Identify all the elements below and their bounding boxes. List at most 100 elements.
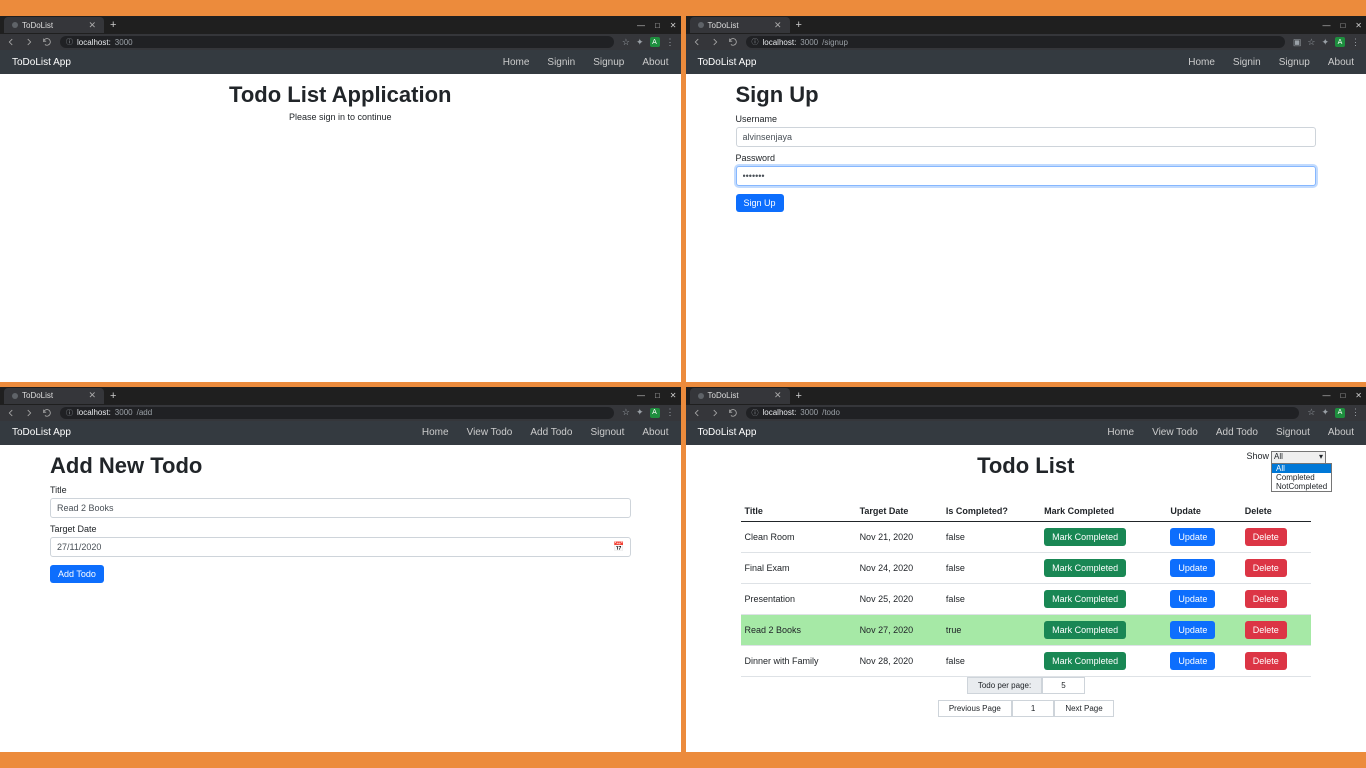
star-icon[interactable]: ☆ <box>622 407 630 418</box>
nav-about[interactable]: About <box>642 57 668 68</box>
reload-icon[interactable] <box>728 408 738 418</box>
update-button[interactable]: Update <box>1170 652 1215 670</box>
reload-icon[interactable] <box>728 37 738 47</box>
new-tab-button[interactable]: + <box>104 390 122 402</box>
star-icon[interactable]: ☆ <box>622 37 630 48</box>
forward-icon[interactable] <box>710 37 720 47</box>
delete-button[interactable]: Delete <box>1245 528 1287 546</box>
close-button[interactable]: ✕ <box>1355 21 1362 30</box>
username-input[interactable] <box>736 127 1317 147</box>
per-page-value[interactable]: 5 <box>1042 677 1084 694</box>
browser-tab[interactable]: ToDoList✕ <box>4 388 104 404</box>
brand[interactable]: ToDoList App <box>12 57 71 68</box>
delete-button[interactable]: Delete <box>1245 652 1287 670</box>
mark-completed-button[interactable]: Mark Completed <box>1044 621 1126 639</box>
back-icon[interactable] <box>692 408 702 418</box>
minimize-button[interactable]: — <box>637 21 645 30</box>
nav-about[interactable]: About <box>1328 57 1354 68</box>
delete-button[interactable]: Delete <box>1245 559 1287 577</box>
nav-signout[interactable]: Signout <box>1276 427 1310 438</box>
maximize-button[interactable]: □ <box>1340 391 1345 400</box>
delete-button[interactable]: Delete <box>1245 621 1287 639</box>
browser-tab[interactable]: ToDoList✕ <box>690 388 790 404</box>
show-option-all[interactable]: All <box>1272 464 1331 473</box>
profile-badge[interactable]: A <box>650 408 660 418</box>
nav-signin[interactable]: Signin <box>547 57 575 68</box>
new-tab-button[interactable]: + <box>790 19 808 31</box>
browser-tab[interactable]: ToDoList✕ <box>4 17 104 33</box>
nav-signup[interactable]: Signup <box>593 57 624 68</box>
brand[interactable]: ToDoList App <box>698 427 757 438</box>
minimize-button[interactable]: — <box>637 391 645 400</box>
brand[interactable]: ToDoList App <box>698 57 757 68</box>
nav-home[interactable]: Home <box>422 427 449 438</box>
reload-icon[interactable] <box>42 408 52 418</box>
nav-home[interactable]: Home <box>503 57 530 68</box>
nav-add-todo[interactable]: Add Todo <box>1216 427 1258 438</box>
delete-button[interactable]: Delete <box>1245 590 1287 608</box>
extensions-icon[interactable]: ✦ <box>636 407 644 418</box>
update-button[interactable]: Update <box>1170 621 1215 639</box>
update-button[interactable]: Update <box>1170 559 1215 577</box>
star-icon[interactable]: ☆ <box>1307 37 1315 48</box>
new-tab-button[interactable]: + <box>790 390 808 402</box>
nav-signup[interactable]: Signup <box>1279 57 1310 68</box>
mark-completed-button[interactable]: Mark Completed <box>1044 590 1126 608</box>
profile-badge[interactable]: A <box>1335 408 1345 418</box>
close-button[interactable]: ✕ <box>670 391 677 400</box>
extensions-icon[interactable]: ✦ <box>636 37 644 48</box>
menu-icon[interactable]: ⋮ <box>1351 37 1360 48</box>
gift-icon[interactable]: ▣ <box>1293 37 1302 48</box>
maximize-button[interactable]: □ <box>1340 21 1345 30</box>
date-input[interactable] <box>50 537 631 557</box>
show-option-completed[interactable]: Completed <box>1272 473 1331 482</box>
nav-signout[interactable]: Signout <box>590 427 624 438</box>
forward-icon[interactable] <box>24 408 34 418</box>
back-icon[interactable] <box>6 37 16 47</box>
minimize-button[interactable]: — <box>1322 391 1330 400</box>
nav-signin[interactable]: Signin <box>1233 57 1261 68</box>
nav-home[interactable]: Home <box>1188 57 1215 68</box>
menu-icon[interactable]: ⋮ <box>1351 407 1360 418</box>
calendar-icon[interactable]: 📅 <box>613 541 624 552</box>
close-tab-icon[interactable]: ✕ <box>88 20 96 31</box>
title-input[interactable] <box>50 498 631 518</box>
star-icon[interactable]: ☆ <box>1307 407 1315 418</box>
maximize-button[interactable]: □ <box>655 21 660 30</box>
add-todo-button[interactable]: Add Todo <box>50 565 104 583</box>
nav-add-todo[interactable]: Add Todo <box>530 427 572 438</box>
back-icon[interactable] <box>6 408 16 418</box>
menu-icon[interactable]: ⋮ <box>666 37 675 48</box>
nav-view-todo[interactable]: View Todo <box>467 427 513 438</box>
password-input[interactable] <box>736 166 1317 186</box>
new-tab-button[interactable]: + <box>104 19 122 31</box>
extensions-icon[interactable]: ✦ <box>1321 37 1329 48</box>
minimize-button[interactable]: — <box>1322 21 1330 30</box>
mark-completed-button[interactable]: Mark Completed <box>1044 652 1126 670</box>
back-icon[interactable] <box>692 37 702 47</box>
close-button[interactable]: ✕ <box>670 21 677 30</box>
url-field[interactable]: ⓘlocalhost:3000/todo <box>746 407 1300 419</box>
menu-icon[interactable]: ⋮ <box>666 407 675 418</box>
close-tab-icon[interactable]: ✕ <box>774 390 782 401</box>
nav-about[interactable]: About <box>642 427 668 438</box>
profile-badge[interactable]: A <box>650 37 660 47</box>
url-field[interactable]: ⓘlocalhost:3000 <box>60 36 614 48</box>
mark-completed-button[interactable]: Mark Completed <box>1044 528 1126 546</box>
show-option-notcompleted[interactable]: NotCompleted <box>1272 482 1331 491</box>
reload-icon[interactable] <box>42 37 52 47</box>
nav-home[interactable]: Home <box>1107 427 1134 438</box>
close-tab-icon[interactable]: ✕ <box>88 390 96 401</box>
profile-badge[interactable]: A <box>1335 37 1345 47</box>
brand[interactable]: ToDoList App <box>12 427 71 438</box>
prev-page-button[interactable]: Previous Page <box>938 700 1012 717</box>
url-field[interactable]: ⓘlocalhost:3000/signup <box>746 36 1285 48</box>
close-tab-icon[interactable]: ✕ <box>774 20 782 31</box>
update-button[interactable]: Update <box>1170 590 1215 608</box>
signup-button[interactable]: Sign Up <box>736 194 784 212</box>
extensions-icon[interactable]: ✦ <box>1321 407 1329 418</box>
next-page-button[interactable]: Next Page <box>1054 700 1113 717</box>
forward-icon[interactable] <box>24 37 34 47</box>
url-field[interactable]: ⓘlocalhost:3000/add <box>60 407 614 419</box>
maximize-button[interactable]: □ <box>655 391 660 400</box>
